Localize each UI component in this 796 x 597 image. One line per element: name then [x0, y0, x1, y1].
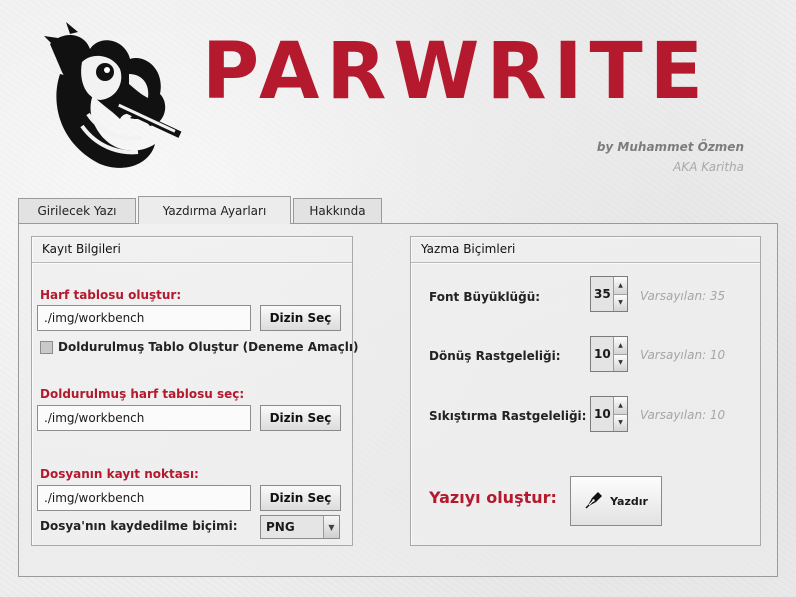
filled-table-label: Doldurulmuş harf tablosu seç: [40, 387, 245, 401]
compression-default-hint: Varsayılan: 10 [640, 408, 726, 422]
rotation-value[interactable]: 10 [591, 337, 613, 371]
filled-table-checkbox-label: Doldurulmuş Tablo Oluştur (Deneme Amaçlı… [58, 340, 359, 354]
fountain-pen-icon [584, 490, 604, 513]
letter-table-label: Harf tablosu oluştur: [40, 288, 182, 302]
spinner-up-icon[interactable]: ▲ [614, 397, 627, 415]
create-text-label: Yazıyı oluştur: [429, 488, 557, 507]
font-size-label: Font Büyüklüğü: [429, 290, 541, 304]
record-group-title: Kayıt Bilgileri [42, 242, 121, 256]
compression-value[interactable]: 10 [591, 397, 613, 431]
print-button-label: Yazdır [610, 494, 648, 508]
rotation-default-hint: Varsayılan: 10 [640, 348, 726, 362]
divider [411, 262, 760, 263]
spinner-up-icon[interactable]: ▲ [614, 337, 627, 355]
compression-spinner[interactable]: 10 ▲ ▼ [590, 396, 628, 432]
format-group-title: Yazma Biçimleri [421, 242, 516, 256]
tab-print-settings[interactable]: Yazdırma Ayarları [138, 196, 291, 224]
rotation-spinner[interactable]: 10 ▲ ▼ [590, 336, 628, 372]
print-button[interactable]: Yazdır [570, 476, 662, 526]
spinner-up-icon[interactable]: ▲ [614, 277, 627, 295]
rotation-label: Dönüş Rastgeleliği: [429, 349, 561, 363]
spinner-down-icon[interactable]: ▼ [614, 414, 627, 431]
tab-input-text[interactable]: Girilecek Yazı [18, 198, 136, 223]
app-title: PARWRITE [202, 27, 711, 117]
letter-table-path-input[interactable]: ./img/workbench [37, 305, 251, 331]
font-size-spinner[interactable]: 35 ▲ ▼ [590, 276, 628, 312]
save-point-browse-button[interactable]: Dizin Seç [260, 485, 341, 511]
filled-table-path-input[interactable]: ./img/workbench [37, 405, 251, 431]
save-format-label: Dosya'nın kaydedilme biçimi: [40, 519, 238, 533]
spinner-down-icon[interactable]: ▼ [614, 294, 627, 311]
spinner-down-icon[interactable]: ▼ [614, 354, 627, 371]
save-format-select[interactable]: PNG ▼ [260, 515, 340, 539]
font-size-value[interactable]: 35 [591, 277, 613, 311]
divider [32, 262, 352, 263]
filled-table-checkbox[interactable] [40, 341, 53, 354]
save-format-value: PNG [266, 520, 295, 534]
save-point-path-input[interactable]: ./img/workbench [37, 485, 251, 511]
compression-label: Sıkıştırma Rastgeleliği: [429, 409, 587, 423]
tab-about[interactable]: Hakkında [293, 198, 382, 223]
author-credit: by Muhammet Özmen [596, 140, 744, 154]
filled-table-browse-button[interactable]: Dizin Seç [260, 405, 341, 431]
letter-table-browse-button[interactable]: Dizin Seç [260, 305, 341, 331]
parrot-logo-icon [30, 14, 190, 174]
author-alias: AKA Karitha [673, 160, 744, 174]
save-point-label: Dosyanın kayıt noktası: [40, 467, 199, 481]
chevron-down-icon[interactable]: ▼ [323, 516, 339, 538]
font-size-default-hint: Varsayılan: 35 [640, 289, 726, 303]
